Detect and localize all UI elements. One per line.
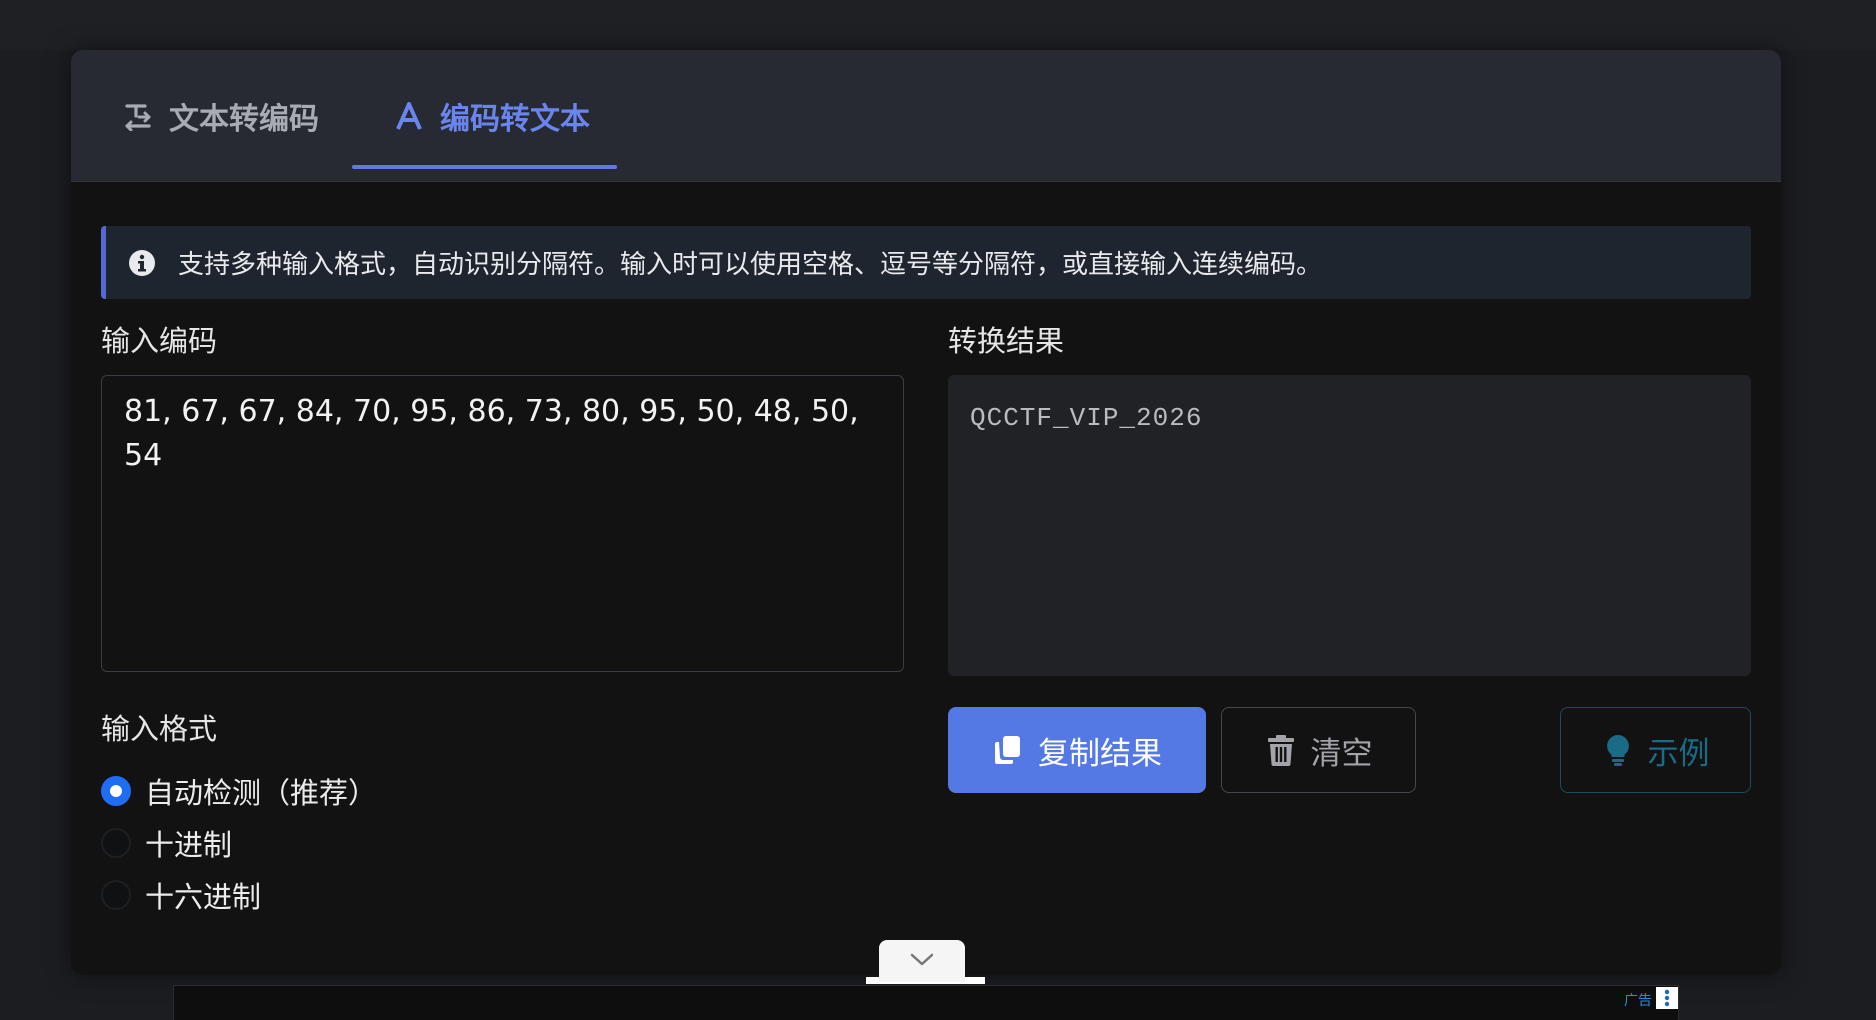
text-convert-icon xyxy=(121,99,155,133)
format-label: 输入格式 xyxy=(101,712,218,746)
example-button[interactable]: 示例 xyxy=(1560,707,1751,793)
radio-auto-detect-label: 自动检测（推荐） xyxy=(145,776,378,810)
example-label: 示例 xyxy=(1647,735,1710,772)
clear-button[interactable]: 清空 xyxy=(1221,707,1416,793)
page-top-strip xyxy=(0,0,1876,50)
ad-banner[interactable]: 广告 xyxy=(173,985,1679,1020)
chevron-down-icon xyxy=(910,952,934,971)
ad-options-icon[interactable] xyxy=(1656,987,1678,1009)
tab-bar: 文本转编码 编码转文本 xyxy=(71,50,1781,182)
radio-hex[interactable]: 十六进制 xyxy=(101,874,261,916)
copy-icon xyxy=(992,734,1024,766)
converter-card: 文本转编码 编码转文本 支持多种输入格式，自动识别分隔符。输入时可以使用空格、逗… xyxy=(71,50,1781,975)
result-label: 转换结果 xyxy=(948,324,1065,358)
radio-decimal-control[interactable] xyxy=(101,828,131,858)
tab-text-to-code[interactable]: 文本转编码 xyxy=(121,50,391,181)
copy-result-button[interactable]: 复制结果 xyxy=(948,707,1206,793)
collapse-toggle[interactable] xyxy=(879,940,965,982)
info-text: 支持多种输入格式，自动识别分隔符。输入时可以使用空格、逗号等分隔符，或直接输入连… xyxy=(178,250,1323,280)
tab-code-to-text-label: 编码转文本 xyxy=(440,101,590,137)
code-input[interactable]: 81, 67, 67, 84, 70, 95, 86, 73, 80, 95, … xyxy=(101,375,904,672)
copy-result-label: 复制结果 xyxy=(1038,735,1162,772)
radio-hex-label: 十六进制 xyxy=(145,880,262,914)
letter-a-icon xyxy=(392,99,426,133)
tab-code-to-text[interactable]: 编码转文本 xyxy=(352,50,617,181)
clear-label: 清空 xyxy=(1310,735,1373,772)
trash-icon xyxy=(1265,734,1297,766)
info-banner: 支持多种输入格式，自动识别分隔符。输入时可以使用空格、逗号等分隔符，或直接输入连… xyxy=(101,226,1751,299)
radio-hex-control[interactable] xyxy=(101,880,131,910)
lightbulb-icon xyxy=(1602,734,1634,766)
radio-decimal[interactable]: 十进制 xyxy=(101,822,232,864)
radio-auto-detect[interactable]: 自动检测（推荐） xyxy=(101,770,377,812)
info-circle-icon xyxy=(128,249,156,277)
radio-auto-detect-control[interactable] xyxy=(101,776,131,806)
ad-label: 广告 xyxy=(1624,993,1652,1009)
result-output: QCCTF_VIP_2026 xyxy=(948,375,1751,676)
radio-decimal-label: 十进制 xyxy=(145,828,233,862)
active-tab-indicator xyxy=(352,165,617,169)
tab-text-to-code-label: 文本转编码 xyxy=(169,101,319,137)
input-label: 输入编码 xyxy=(101,324,218,358)
